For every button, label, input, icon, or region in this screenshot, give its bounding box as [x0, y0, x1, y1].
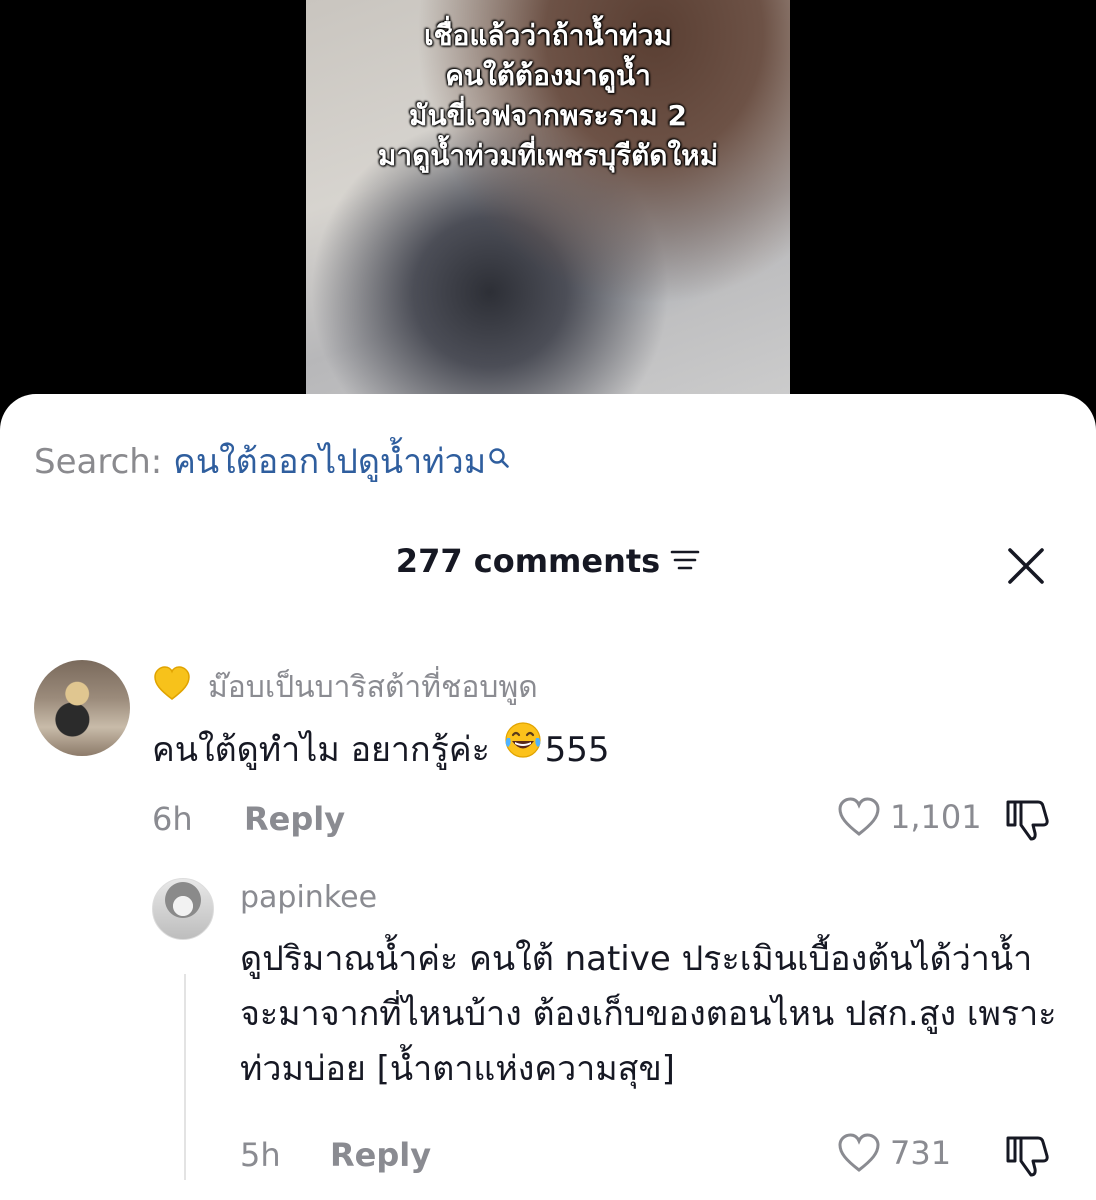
- search-suggestion[interactable]: Search: คนใต้ออกไปดูน้ำท่วม: [34, 434, 510, 488]
- thumbs-down-icon: [1006, 1136, 1049, 1177]
- like-button[interactable]: 731: [836, 1132, 951, 1174]
- comment-username[interactable]: papinkee: [240, 880, 377, 915]
- like-count: 731: [890, 1134, 952, 1172]
- comment-timestamp: 6h: [152, 800, 193, 838]
- thread-line: [184, 974, 186, 1180]
- avatar[interactable]: [152, 878, 214, 940]
- video-caption: เชื่อแล้วว่าถ้าน้ำท่วม คนใต้ต้องมาดูน้ำ …: [306, 16, 790, 176]
- caption-line: คนใต้ต้องมาดูน้ำ: [445, 59, 651, 92]
- comment-text-part: 555: [544, 730, 610, 770]
- like-count: 1,101: [890, 798, 982, 836]
- yellow-heart-icon: [152, 664, 192, 708]
- reply-button[interactable]: Reply: [244, 800, 345, 838]
- laughing-tears-emoji: [503, 720, 543, 777]
- comment-text: ดูปริมาณน้ำค่ะ คนใต้ native ประเมินเบื้อ…: [240, 939, 1057, 1089]
- search-label: Search:: [34, 442, 174, 482]
- like-button[interactable]: 1,101: [836, 796, 982, 838]
- caption-line: มันขี่เวฟจากพระราม 2: [409, 99, 687, 132]
- comment-timestamp: 5h: [240, 1136, 281, 1174]
- heart-outline-icon: [838, 797, 880, 836]
- dislike-button[interactable]: [1004, 798, 1052, 846]
- comment-text-part: คนใต้ดูทำไม อยากรู้ค่ะ: [152, 730, 501, 770]
- video-player[interactable]: เชื่อแล้วว่าถ้าน้ำท่วม คนใต้ต้องมาดูน้ำ …: [0, 0, 1096, 430]
- comments-count: 277 comments: [395, 542, 661, 580]
- reply-button[interactable]: Reply: [330, 1136, 431, 1174]
- comments-sheet: Search: คนใต้ออกไปดูน้ำท่วม 277 comments…: [0, 394, 1096, 1200]
- comments-header: 277 comments: [0, 542, 1096, 580]
- search-icon[interactable]: [488, 438, 510, 478]
- dislike-button[interactable]: [1004, 1134, 1052, 1182]
- caption-line: เชื่อแล้วว่าถ้าน้ำท่วม: [424, 19, 672, 52]
- comment-username[interactable]: ม๊อบเป็นบาริสต้าที่ชอบพูด: [208, 664, 538, 711]
- comment-text: คนใต้ดูทำไม อยากรู้ค่ะ 555: [152, 720, 610, 783]
- thumbs-down-icon: [1006, 800, 1049, 841]
- video-frame[interactable]: เชื่อแล้วว่าถ้าน้ำท่วม คนใต้ต้องมาดูน้ำ …: [306, 0, 790, 430]
- close-icon[interactable]: [1006, 546, 1046, 590]
- avatar[interactable]: [34, 660, 130, 756]
- heart-outline-icon: [838, 1133, 880, 1172]
- caption-line: มาดูน้ำท่วมที่เพชรบุรีตัดใหม่: [377, 139, 719, 172]
- sort-icon[interactable]: [670, 542, 700, 580]
- search-query-link[interactable]: คนใต้ออกไปดูน้ำท่วม: [173, 442, 486, 482]
